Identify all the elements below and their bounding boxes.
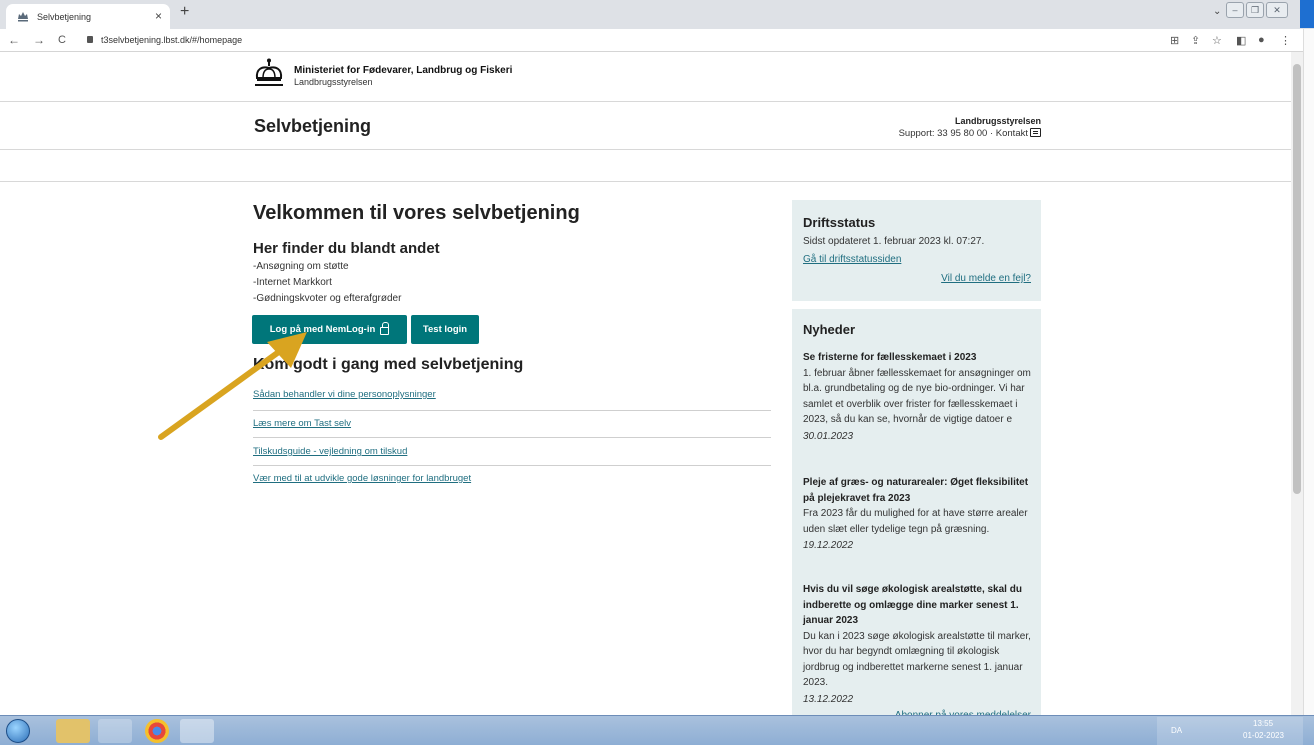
- divider: [0, 101, 1291, 102]
- reload-button[interactable]: C: [58, 34, 66, 46]
- news-item[interactable]: Se fristerne for fællesskemaet i 2023 1.…: [803, 350, 1035, 444]
- profile-icon[interactable]: ●: [1258, 34, 1265, 46]
- news-item[interactable]: Hvis du vil søge økologisk arealstøtte, …: [803, 582, 1035, 707]
- close-window-button[interactable]: ✕: [1266, 2, 1288, 18]
- divider: [253, 465, 771, 466]
- browser-toolbar: ← → C t3selvbetjening.lbst.dk/#/homepage…: [0, 29, 1314, 52]
- annotation-arrow: [158, 332, 307, 440]
- divider: [253, 410, 771, 411]
- back-button[interactable]: ←: [8, 33, 20, 47]
- news-date: 19.12.2022: [803, 540, 854, 551]
- test-login-button[interactable]: Test login: [411, 315, 479, 344]
- scrollbar-thumb[interactable]: [1293, 64, 1301, 494]
- system-tray: DA 13:55 01-02-2023: [1157, 717, 1303, 745]
- language-indicator[interactable]: DA: [1171, 726, 1182, 735]
- browser-tab[interactable]: Selvbetjening ×: [6, 4, 170, 29]
- news-item[interactable]: Pleje af græs- og naturarealer: Øget fle…: [803, 475, 1035, 554]
- support-line: Support: 33 95 80 00 · Kontakt: [899, 128, 1041, 139]
- sidepanel-icon[interactable]: ◧: [1236, 34, 1246, 47]
- share-icon[interactable]: ⇪: [1191, 34, 1200, 47]
- chrome-active-icon[interactable]: [180, 719, 214, 743]
- news-date: 13.12.2022: [803, 693, 854, 705]
- news-body: Du kan i 2023 søge økologisk arealstøtte…: [803, 630, 1031, 689]
- news-headline[interactable]: Hvis du vil søge økologisk arealstøtte, …: [803, 582, 1035, 629]
- side-overlay-strip: [1303, 29, 1314, 715]
- status-updated: Sidst opdateret 1. februar 2023 kl. 07:2…: [803, 236, 985, 247]
- padlock-icon: [380, 321, 390, 335]
- bookmark-star-icon[interactable]: ☆: [1212, 34, 1222, 47]
- news-headline[interactable]: Pleje af græs- og naturarealer: Øget fle…: [803, 475, 1035, 506]
- forward-button[interactable]: →: [33, 33, 45, 47]
- header-agency: Landbrugsstyrelsen: [954, 116, 1041, 126]
- new-tab-button[interactable]: +: [180, 3, 189, 21]
- lock-icon: [87, 36, 93, 43]
- address-text: t3selvbetjening.lbst.dk/#/homepage: [101, 35, 243, 45]
- news-date: 30.01.2023: [803, 430, 854, 442]
- chrome-icon[interactable]: [145, 719, 169, 743]
- status-card: Driftsstatus Sidst opdateret 1. februar …: [792, 200, 1041, 301]
- news-headline[interactable]: Se fristerne for fællesskemaet i 2023: [803, 350, 1035, 366]
- crown-icon: [255, 58, 283, 86]
- restore-button[interactable]: ❐: [1246, 2, 1264, 18]
- news-card: Nyheder Se fristerne for fællesskemaet i…: [792, 309, 1041, 721]
- link-develop[interactable]: Vær med til at udvikle gode løsninger fo…: [253, 473, 471, 484]
- subheading: Her finder du blandt andet: [253, 240, 440, 257]
- divider: [0, 149, 1291, 150]
- edge-strip: [1300, 0, 1314, 28]
- list-item: -Gødningskvoter og efterafgrøder: [253, 293, 402, 304]
- link-tilskudsguide[interactable]: Tilskudsguide - vejledning om tilskud: [253, 446, 407, 457]
- divider: [0, 181, 1291, 182]
- divider: [253, 437, 771, 438]
- list-item: -Ansøgning om støtte: [253, 261, 349, 272]
- app-icon[interactable]: [98, 719, 132, 743]
- tab-title: Selvbetjening: [37, 12, 92, 22]
- status-title: Driftsstatus: [803, 215, 876, 230]
- agency-name: Landbrugsstyrelsen: [294, 77, 373, 87]
- clock-date[interactable]: 01-02-2023: [1243, 731, 1284, 740]
- list-item: -Internet Markkort: [253, 277, 332, 288]
- address-bar[interactable]: t3selvbetjening.lbst.dk/#/homepage: [83, 32, 1253, 49]
- contact-icon[interactable]: [1030, 128, 1041, 137]
- tab-search-chevron-icon[interactable]: ⌄: [1213, 6, 1221, 17]
- test-login-label: Test login: [422, 324, 468, 335]
- welcome-heading: Velkommen til vores selvbetjening: [253, 202, 580, 224]
- news-body: Fra 2023 får du mulighed for at have stø…: [803, 508, 1028, 535]
- feature-list: -Ansøgning om støtte -Internet Markkort …: [253, 259, 401, 307]
- minimize-button[interactable]: –: [1226, 2, 1244, 18]
- menu-kebab-icon[interactable]: ⋮: [1280, 34, 1291, 47]
- news-title: Nyheder: [803, 322, 856, 337]
- support-text[interactable]: Support: 33 95 80 00 · Kontakt: [899, 128, 1028, 139]
- browser-tabstrip: Selvbetjening × + ⌄ – ❐ ✕: [0, 0, 1314, 29]
- ministry-name: Ministeriet for Fødevarer, Landbrug og F…: [294, 65, 513, 76]
- translate-icon[interactable]: ⊞: [1170, 34, 1179, 47]
- tab-close-icon[interactable]: ×: [155, 9, 162, 23]
- news-body: 1. februar åbner fællesskemaet for ansøg…: [803, 367, 1031, 426]
- site-title[interactable]: Selvbetjening: [254, 116, 371, 137]
- start-button[interactable]: [6, 719, 30, 743]
- clock-time[interactable]: 13:55: [1253, 719, 1273, 728]
- crown-favicon-icon: [18, 12, 28, 22]
- windows-taskbar: DA 13:55 01-02-2023: [0, 715, 1314, 745]
- status-page-link[interactable]: Gå til driftsstatussiden: [803, 254, 901, 265]
- explorer-icon[interactable]: [56, 719, 90, 743]
- report-error-link[interactable]: Vil du melde en fejl?: [941, 273, 1031, 284]
